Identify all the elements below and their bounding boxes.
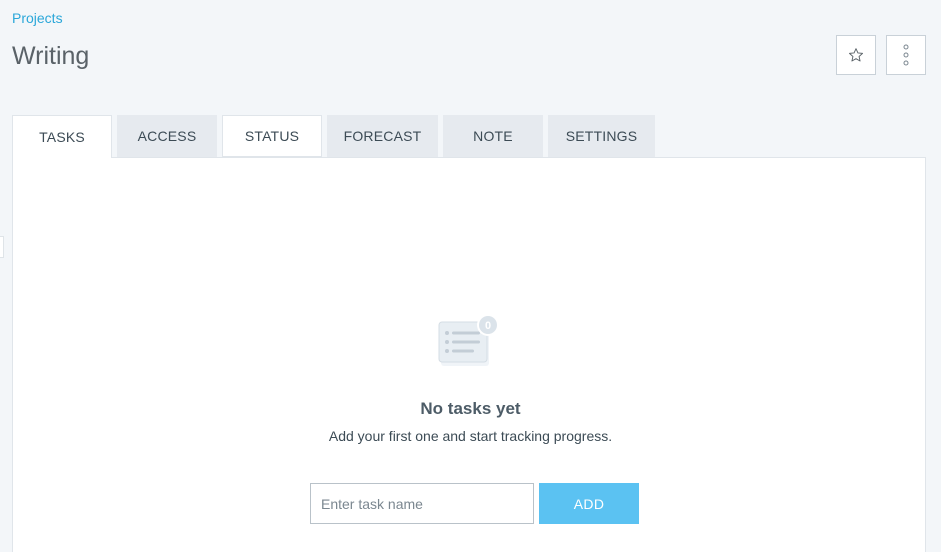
task-list-icon: 0 — [438, 314, 499, 366]
sidebar-collapse-handle[interactable] — [0, 236, 4, 258]
favorite-button[interactable] — [836, 35, 876, 75]
tab-label: TASKS — [39, 129, 85, 145]
tab-forecast[interactable]: FORECAST — [327, 115, 438, 157]
badge-count: 0 — [485, 320, 491, 332]
tab-note[interactable]: NOTE — [443, 115, 543, 157]
tab-label: ACCESS — [137, 128, 197, 144]
breadcrumb-projects[interactable]: Projects — [12, 10, 63, 26]
page-title: Writing — [12, 42, 90, 70]
more-options-button[interactable] — [886, 35, 926, 75]
tab-label: SETTINGS — [565, 128, 638, 144]
star-icon — [849, 48, 863, 62]
task-name-input[interactable] — [310, 483, 534, 524]
empty-state-title: No tasks yet — [420, 399, 521, 418]
empty-state-subtitle: Add your first one and start tracking pr… — [328, 428, 613, 444]
tab-settings[interactable]: SETTINGS — [548, 115, 655, 157]
tab-label: STATUS — [244, 128, 300, 144]
add-task-button[interactable]: ADD — [539, 483, 639, 524]
tab-tasks[interactable]: TASKS — [12, 115, 112, 158]
project-page: Projects Writing TASKS ACCESS STATUS FOR… — [0, 0, 941, 552]
tab-status[interactable]: STATUS — [222, 115, 322, 157]
tab-bar: TASKS ACCESS STATUS FORECAST NOTE SETTIN… — [12, 115, 926, 158]
tab-label: FORECAST — [343, 128, 422, 144]
tab-access[interactable]: ACCESS — [117, 115, 217, 157]
tab-label: NOTE — [473, 128, 513, 144]
vertical-dots-icon — [903, 44, 909, 66]
count-badge: 0 — [477, 314, 499, 336]
